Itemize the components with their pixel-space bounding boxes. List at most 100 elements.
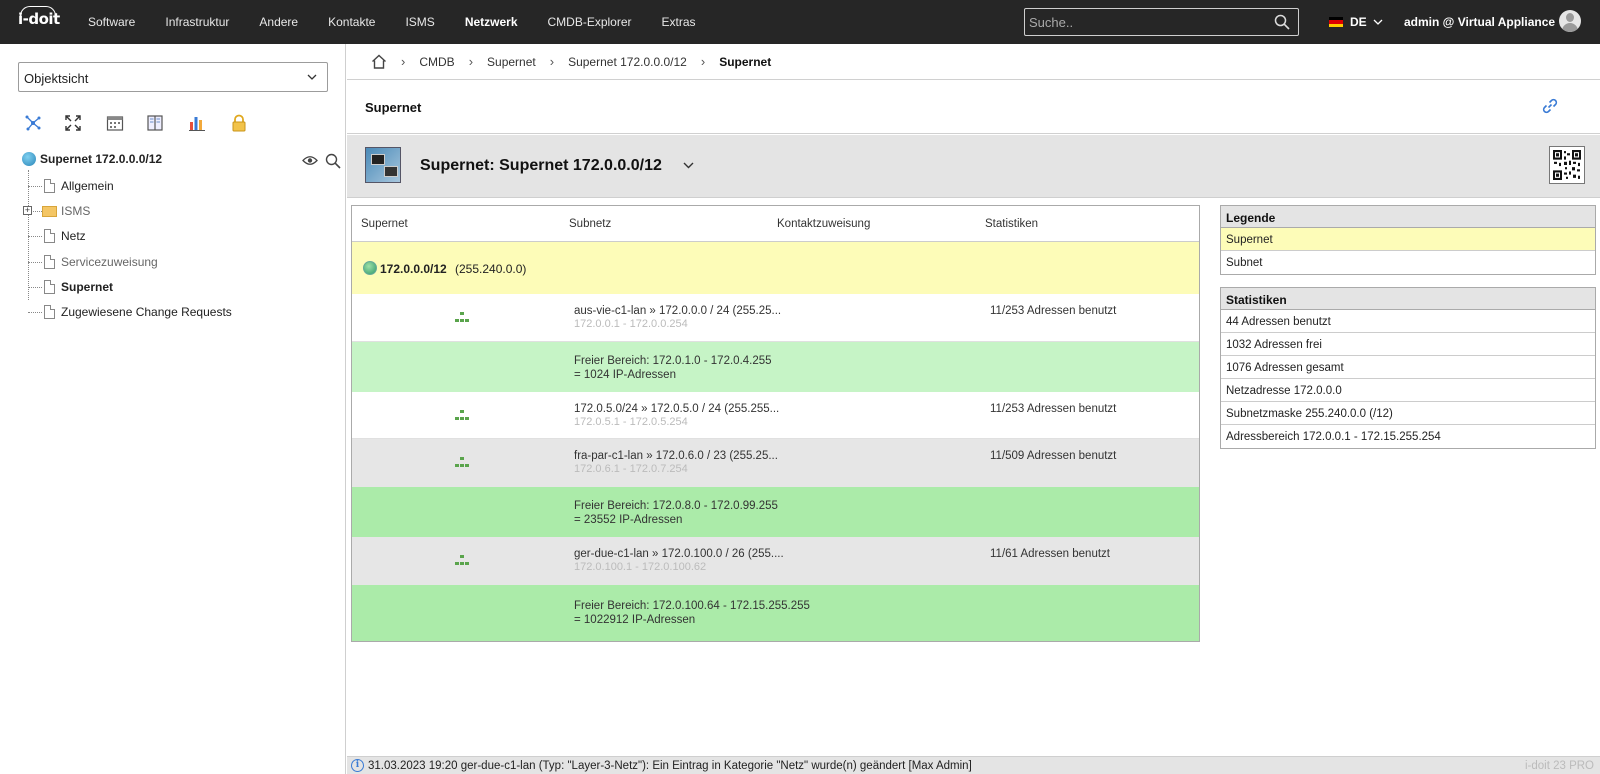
legend-panel: Legende Supernet Subnet (1220, 205, 1596, 275)
column-header-supernet[interactable]: Supernet (361, 218, 408, 230)
avatar-head-shape (1566, 13, 1574, 22)
version-label: i-doit 23 PRO (1524, 760, 1594, 772)
main-content: › CMDB › Supernet › Supernet 172.0.0.0/1… (347, 44, 1600, 756)
supernet-globe-icon (363, 261, 377, 275)
server-shape (371, 154, 385, 165)
free-range-text: Freier Bereich: 172.0.100.64 - 172.15.25… (574, 599, 810, 627)
supernet-address: 172.0.0.0/12 (380, 262, 447, 276)
tree-connector (28, 311, 42, 313)
tree-item-isms[interactable]: + ISMS (23, 199, 91, 223)
tree-item-label: Supernet (61, 280, 114, 294)
stat-subnet-mask: Subnetzmaske 255.240.0.0 (/12) (1221, 402, 1595, 425)
fullscreen-icon[interactable] (64, 114, 82, 132)
legend-title: Legende (1221, 206, 1595, 228)
breadcrumb: › CMDB › Supernet › Supernet 172.0.0.0/1… (347, 44, 1600, 80)
eye-icon[interactable] (302, 155, 318, 166)
column-header-subnetz[interactable]: Subnetz (569, 218, 611, 230)
tree-item-allgemein[interactable]: Allgemein (28, 174, 114, 198)
subnet-range: 172.0.0.1 - 172.0.0.254 (574, 318, 688, 330)
table-row[interactable]: 172.0.5.0/24 » 172.0.5.0 / 24 (255.255..… (352, 392, 1199, 439)
tree-item-supernet[interactable]: Supernet (28, 275, 113, 299)
table-row[interactable]: aus-vie-c1-lan » 172.0.0.0 / 24 (255.25.… (352, 294, 1199, 342)
free-range-row: Freier Bereich: 172.0.8.0 - 172.0.99.255… (352, 487, 1199, 537)
free-range-row: Freier Bereich: 172.0.100.64 - 172.15.25… (352, 585, 1199, 641)
subnet-name[interactable]: 172.0.5.0/24 » 172.0.5.0 / 24 (255.255..… (574, 403, 779, 415)
book-icon[interactable] (146, 114, 164, 132)
subnet-name[interactable]: fra-par-c1-lan » 172.0.6.0 / 23 (255.25.… (574, 450, 778, 462)
expand-plus-icon[interactable]: + (23, 206, 32, 215)
main-nav: Software Infrastruktur Andere Kontakte I… (88, 0, 726, 44)
network-icon[interactable] (24, 114, 42, 132)
subnet-stat: 11/253 Adressen benutzt (990, 305, 1117, 317)
statistics-title: Statistiken (1221, 288, 1595, 310)
search-input[interactable] (1029, 13, 1259, 31)
breadcrumb-cmdb[interactable]: CMDB (419, 55, 454, 69)
qr-code-icon[interactable] (1549, 146, 1585, 184)
column-header-kontaktzuweisung[interactable]: Kontaktzuweisung (777, 218, 870, 230)
chevron-down-icon[interactable] (683, 162, 694, 169)
supernet-row[interactable]: 172.0.0.0/12 (255.240.0.0) (352, 242, 1199, 294)
subnet-name[interactable]: aus-vie-c1-lan » 172.0.0.0 / 24 (255.25.… (574, 305, 781, 317)
subnet-stat: 11/253 Adressen benutzt (990, 403, 1117, 415)
search-icon[interactable] (325, 153, 341, 169)
nav-item-software[interactable]: Software (88, 15, 135, 29)
german-flag-icon (1329, 17, 1343, 27)
tree-item-change-requests[interactable]: Zugewiesene Change Requests (28, 300, 232, 324)
table-row[interactable]: fra-par-c1-lan » 172.0.6.0 / 23 (255.25.… (352, 439, 1199, 487)
free-range-count: = 1022912 IP-Adressen (574, 614, 696, 626)
i-doit-logo[interactable]: i-doit (18, 6, 60, 28)
lock-icon[interactable] (230, 114, 248, 132)
nav-item-andere[interactable]: Andere (259, 15, 298, 29)
nav-item-kontakte[interactable]: Kontakte (328, 15, 375, 29)
tree-item-label: Servicezuweisung (61, 255, 158, 269)
status-bar: i 31.03.2023 19:20 ger-due-c1-lan (Typ: … (347, 756, 1600, 774)
chevron-down-icon (1373, 19, 1383, 25)
avatar[interactable] (1559, 10, 1581, 32)
breadcrumb-current: Supernet (719, 54, 772, 69)
breadcrumb-object[interactable]: Supernet 172.0.0.0/12 (568, 55, 687, 69)
free-range-count: = 1024 IP-Adressen (574, 369, 676, 381)
calendar-icon[interactable] (106, 114, 124, 132)
language-selector[interactable]: DE (1329, 15, 1383, 29)
stat-used: 44 Adressen benutzt (1221, 310, 1595, 333)
chart-icon[interactable] (188, 114, 206, 132)
tree-item-netz[interactable]: Netz (28, 224, 86, 248)
breadcrumb-supernet-type[interactable]: Supernet (487, 55, 536, 69)
table-row[interactable]: ger-due-c1-lan » 172.0.100.0 / 26 (255..… (352, 537, 1199, 585)
tree-item-label: ISMS (61, 204, 91, 218)
tree-root[interactable]: Supernet 172.0.0.0/12 (22, 152, 162, 166)
link-icon[interactable] (1542, 98, 1558, 114)
object-type-image (365, 147, 401, 183)
search-icon[interactable] (1274, 14, 1290, 30)
breadcrumb-separator: › (468, 54, 474, 69)
page-header: Supernet (347, 80, 1600, 134)
subnet-stat: 11/509 Adressen benutzt (990, 450, 1117, 462)
home-icon[interactable] (371, 54, 387, 69)
tree-item-label: Netz (61, 229, 86, 243)
subnet-icon (455, 312, 469, 324)
free-range-line: Freier Bereich: 172.0.100.64 - 172.15.25… (574, 600, 810, 612)
tree-item-label: Allgemein (61, 179, 114, 193)
object-header: Supernet: Supernet 172.0.0.0/12 (347, 135, 1600, 198)
language-code: DE (1350, 15, 1367, 29)
stat-network-address: Netzadresse 172.0.0.0 (1221, 379, 1595, 402)
nav-item-netzwerk[interactable]: Netzwerk (465, 15, 518, 29)
supernet-table: Supernet Subnetz Kontaktzuweisung Statis… (351, 205, 1200, 642)
document-icon (44, 179, 55, 193)
subnet-stat: 11/61 Adressen benutzt (990, 548, 1110, 560)
legend-item-supernet: Supernet (1221, 228, 1595, 251)
subnet-name[interactable]: ger-due-c1-lan » 172.0.100.0 / 26 (255..… (574, 548, 784, 560)
view-select-value: Objektsicht (24, 71, 89, 86)
page-title: Supernet (365, 100, 422, 115)
user-label[interactable]: admin @ Virtual Appliance (1404, 15, 1555, 29)
subnet-icon (455, 457, 469, 469)
column-header-statistiken[interactable]: Statistiken (985, 218, 1038, 230)
view-select[interactable]: Objektsicht (18, 62, 328, 92)
tree-item-servicezuweisung[interactable]: Servicezuweisung (28, 250, 158, 274)
nav-item-extras[interactable]: Extras (662, 15, 696, 29)
top-navbar: i-doit Software Infrastruktur Andere Kon… (0, 0, 1600, 44)
nav-item-isms[interactable]: ISMS (405, 15, 434, 29)
nav-item-cmdb-explorer[interactable]: CMDB-Explorer (548, 15, 632, 29)
nav-item-infrastruktur[interactable]: Infrastruktur (165, 15, 229, 29)
tree-connector (28, 286, 42, 288)
